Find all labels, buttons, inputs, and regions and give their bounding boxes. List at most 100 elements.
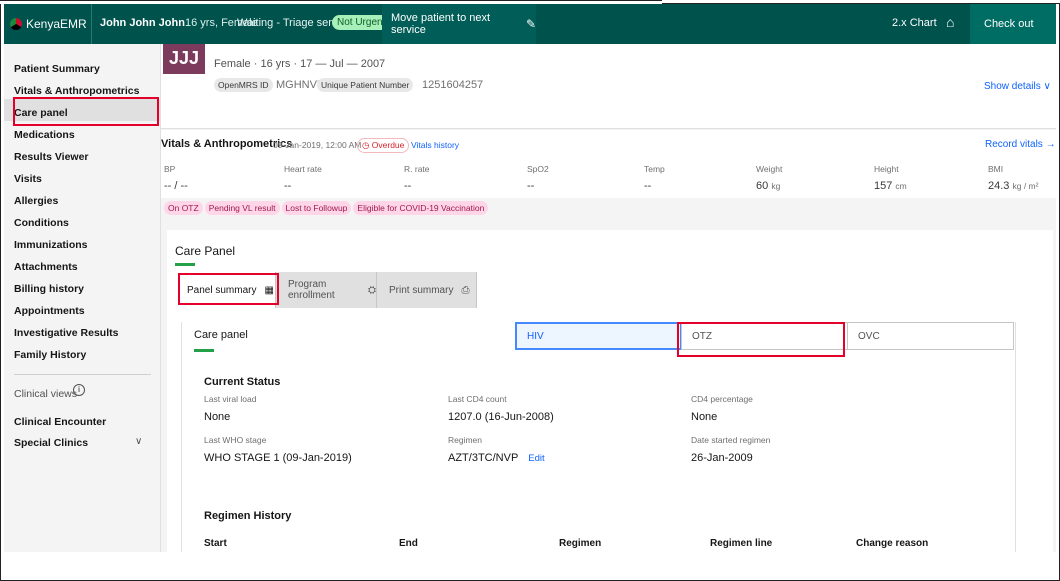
- program-label: HIV: [527, 330, 544, 342]
- bmi-unit: kg / m²: [1012, 181, 1039, 191]
- care-panel-title: Care Panel: [175, 244, 236, 258]
- current-status-title: Current Status: [204, 376, 281, 388]
- sidebar-item-immunizations[interactable]: Immunizations: [14, 239, 88, 251]
- vital-value-weight: 60 kg: [756, 180, 780, 192]
- upn-label: Unique Patient Number: [317, 78, 414, 92]
- flag-tag: On OTZ: [164, 201, 203, 215]
- regimen-history-title: Regimen History: [204, 510, 292, 522]
- vital-value-bmi: 24.3 kg / m²: [988, 180, 1038, 192]
- tab-print-summary[interactable]: Print summary ⎙: [377, 272, 477, 308]
- column-regimen-line: Regimen line: [710, 538, 773, 549]
- highlight-panel-summary: [178, 273, 279, 305]
- column-regimen: Regimen: [559, 538, 602, 549]
- avatar: JJJ: [163, 44, 205, 74]
- vital-value-rrate: --: [404, 180, 412, 192]
- vital-label-height: Height: [874, 164, 899, 174]
- vitals-summary: Vitals & Anthropometrics 09-Jan-2019, 12…: [161, 130, 1056, 198]
- chevron-down-icon[interactable]: ∨: [135, 436, 142, 447]
- height-number: 157: [874, 180, 893, 192]
- move-patient-button[interactable]: Move patient to next service ✎: [382, 4, 536, 44]
- move-patient-label: Move patient to next service: [391, 12, 491, 36]
- sidebar-item-family-history[interactable]: Family History: [14, 349, 86, 361]
- program-label: OVC: [858, 330, 880, 342]
- vitals-history-link[interactable]: Vitals history: [411, 140, 459, 150]
- sidebar-item-billing-history[interactable]: Billing history: [14, 283, 84, 295]
- sidebar-item-patient-summary[interactable]: Patient Summary: [14, 63, 100, 75]
- sidebar-item-special-clinics[interactable]: Special Clinics: [14, 437, 88, 449]
- program-tab-hiv[interactable]: HIV: [515, 322, 682, 350]
- column-end: End: [399, 538, 418, 549]
- tab-label: Print summary: [389, 284, 454, 296]
- upn-value: 1251604257: [422, 79, 484, 91]
- weight-number: 60: [756, 180, 769, 192]
- patient-demographics: Female · 16 yrs · 17 — Jul — 2007: [214, 58, 386, 70]
- patient-name: John John John: [100, 17, 185, 29]
- bmi-number: 24.3: [988, 180, 1010, 192]
- sidebar-item-appointments[interactable]: Appointments: [14, 305, 85, 317]
- date-started-label: Date started regimen: [691, 435, 771, 445]
- vital-value-height: 157 cm: [874, 180, 907, 192]
- vital-value-bp: -- / --: [164, 180, 188, 192]
- vital-value-temp: --: [644, 180, 652, 192]
- sidebar-item-conditions[interactable]: Conditions: [14, 217, 69, 229]
- vital-value-heart-rate: --: [284, 180, 292, 192]
- chart-switch-link[interactable]: 2.x Chart: [892, 17, 937, 29]
- clock-icon: ◷: [362, 140, 372, 150]
- care-panel-body: Care panel HIV OTZ OVC Current Status La…: [181, 322, 1016, 552]
- edit-regimen-link[interactable]: Edit: [528, 453, 544, 464]
- openmrs-id-value: MGHNV7: [276, 79, 324, 91]
- column-start: Start: [204, 538, 227, 549]
- vital-label-weight: Weight: [756, 164, 783, 174]
- openmrs-id-label: OpenMRS ID: [214, 78, 273, 92]
- regimen-history-header: Start End Regimen Regimen line Change re…: [194, 534, 1017, 552]
- checkout-button[interactable]: Check out: [970, 4, 1056, 44]
- vitals-date: 09-Jan-2019, 12:00 AM: [273, 140, 362, 150]
- cd4-percentage-value: None: [691, 411, 718, 423]
- vital-label-bmi: BMI: [988, 164, 1004, 174]
- care-panel-card: Care Panel Panel summary ▦ Program enroll…: [167, 230, 1053, 552]
- last-cd4-value: 1207.0 (16-Jun-2008): [448, 411, 554, 423]
- sidebar-item-investigative-results[interactable]: Investigative Results: [14, 327, 118, 339]
- sidebar-item-clinical-encounter[interactable]: Clinical Encounter: [14, 416, 106, 428]
- tab-program-enrollment[interactable]: Program enrollment ⛭: [276, 272, 377, 308]
- regimen-text: AZT/3TC/NVP: [448, 452, 519, 464]
- last-viral-load-value: None: [204, 411, 231, 423]
- vital-label-heart-rate: Heart rate: [284, 164, 322, 174]
- app-logo[interactable]: KenyaEMR: [4, 4, 92, 44]
- patient-banner: JJJ Female · 16 yrs · 17 — Jul — 2007 Op…: [161, 44, 1056, 129]
- date-started-value: 26-Jan-2009: [691, 452, 753, 464]
- main-content: JJJ Female · 16 yrs · 17 — Jul — 2007 Op…: [161, 44, 1056, 552]
- patient-flags: On OTZ Pending VL result Lost to Followup E…: [164, 201, 490, 217]
- title-underline: [175, 263, 195, 266]
- sidebar-item-allergies[interactable]: Allergies: [14, 195, 58, 207]
- sidebar-divider: [14, 374, 151, 375]
- vital-label-temp: Temp: [644, 164, 665, 174]
- checkout-label: Check out: [984, 18, 1034, 30]
- sidebar-item-medications[interactable]: Medications: [14, 129, 75, 141]
- sidebar-item-attachments[interactable]: Attachments: [14, 261, 78, 273]
- title-underline: [194, 349, 214, 352]
- flag-tag: Pending VL result: [204, 201, 280, 215]
- flag-tag: Lost to Followup: [281, 201, 352, 215]
- last-viral-load-label: Last viral load: [204, 394, 257, 404]
- overdue-label: Overdue: [371, 140, 405, 150]
- sidebar-item-results-viewer[interactable]: Results Viewer: [14, 151, 89, 163]
- vital-label-rrate: R. rate: [404, 164, 430, 174]
- column-change-reason: Change reason: [856, 538, 929, 549]
- regimen-label: Regimen: [448, 435, 483, 445]
- sidebar-item-visits[interactable]: Visits: [14, 173, 42, 185]
- flag-logo-icon: [10, 18, 22, 30]
- regimen-value: AZT/3TC/NVP Edit: [448, 452, 545, 464]
- info-icon[interactable]: i: [73, 384, 85, 396]
- app-name: KenyaEMR: [26, 17, 87, 31]
- height-unit: cm: [895, 181, 907, 191]
- show-details-link[interactable]: Show details ∨: [984, 81, 1051, 92]
- highlight-otz: [677, 322, 845, 357]
- sidebar-item-vitals[interactable]: Vitals & Anthropometrics: [14, 85, 139, 97]
- program-tab-ovc[interactable]: OVC: [847, 322, 1014, 350]
- highlight-care-panel: [13, 97, 159, 126]
- cd4-percentage-label: CD4 percentage: [691, 394, 753, 404]
- record-vitals-link[interactable]: Record vitals →: [985, 139, 1056, 150]
- flag-tag: Eligible for COVID-19 Vaccination: [353, 201, 489, 215]
- home-icon[interactable]: ⌂: [946, 14, 954, 30]
